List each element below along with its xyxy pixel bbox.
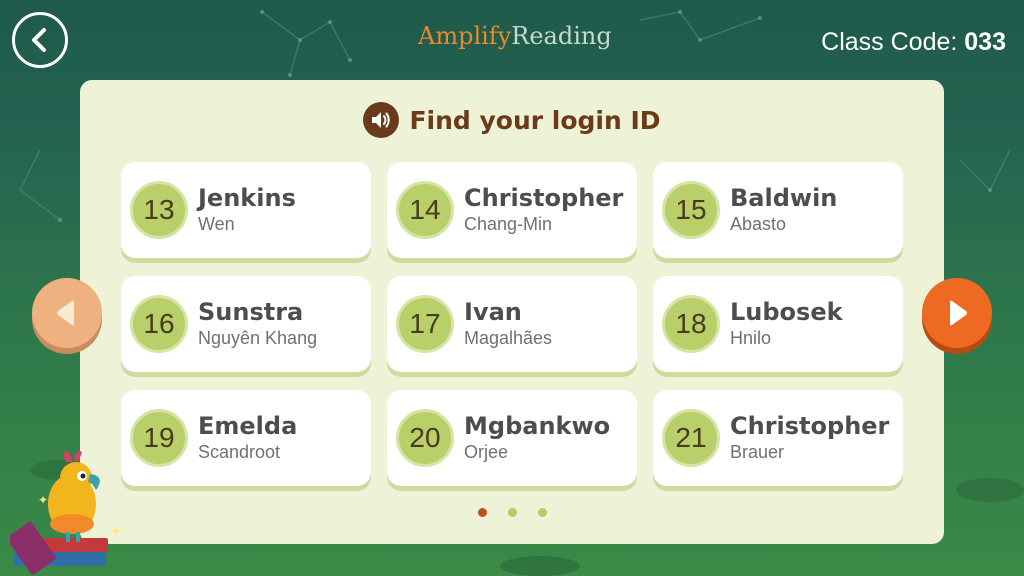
read-aloud-button[interactable] xyxy=(363,102,400,138)
class-code-label: Class Code: xyxy=(821,28,958,56)
login-id-badge: 16 xyxy=(130,295,188,353)
student-last-name: Brauer xyxy=(730,442,785,462)
speaker-icon xyxy=(372,112,391,128)
student-first-name: Sunstra xyxy=(198,298,304,326)
student-first-name: Baldwin xyxy=(730,184,838,212)
student-first-name: Mgbankwo xyxy=(464,412,611,440)
student-grid: 13 Jenkins Wen 14 Christopher Chang-Min 15… xyxy=(121,162,903,486)
login-id-badge: 13 xyxy=(130,181,188,239)
student-first-name: Lubosek xyxy=(730,298,843,326)
student-first-name: Ivan xyxy=(464,298,522,326)
student-card[interactable]: 19 Emelda Scandroot xyxy=(121,390,371,486)
student-first-name: Christopher xyxy=(730,412,890,440)
chevron-left-icon xyxy=(32,28,46,52)
login-id-badge: 20 xyxy=(396,409,454,467)
student-last-name: Nguyên Khang xyxy=(198,328,318,348)
student-last-name: Hnilo xyxy=(730,328,772,348)
page-dot-3[interactable] xyxy=(537,508,547,517)
student-card[interactable]: 21 Christopher Brauer xyxy=(653,390,903,486)
amplify-reading-logo: AmplifyReading xyxy=(418,22,612,50)
parrot-mascot-illustration: ✦ ✦ xyxy=(10,451,122,575)
student-last-name: Wen xyxy=(198,214,235,234)
svg-text:✦: ✦ xyxy=(38,493,48,507)
page-dot-2[interactable] xyxy=(507,508,517,517)
pagination-dots xyxy=(80,508,944,517)
logo-amplify: Amplify xyxy=(418,22,512,50)
student-card[interactable]: 14 Christopher Chang-Min xyxy=(387,162,637,258)
student-card[interactable]: 15 Baldwin Abasto xyxy=(653,162,903,258)
student-card[interactable]: 20 Mgbankwo Orjee xyxy=(387,390,637,486)
student-last-name: Chang-Min xyxy=(464,214,553,234)
logo-reading: Reading xyxy=(511,22,612,50)
student-first-name: Emelda xyxy=(198,412,298,440)
student-first-name: Jenkins xyxy=(198,184,296,212)
next-page-button[interactable] xyxy=(922,278,992,348)
student-last-name: Magalhães xyxy=(464,328,553,348)
play-left-icon xyxy=(57,300,74,326)
student-first-name: Christopher xyxy=(464,184,624,212)
page-title: Find your login ID xyxy=(409,105,661,135)
back-button[interactable] xyxy=(12,12,68,68)
student-last-name: Scandroot xyxy=(198,442,281,462)
login-id-badge: 17 xyxy=(396,295,454,353)
login-id-badge: 19 xyxy=(130,409,188,467)
login-id-badge: 14 xyxy=(396,181,454,239)
previous-page-button[interactable] xyxy=(32,278,102,348)
student-card[interactable]: 18 Lubosek Hnilo xyxy=(653,276,903,372)
svg-text:✦: ✦ xyxy=(110,524,122,540)
student-last-name: Orjee xyxy=(464,442,509,462)
panel-header: Find your login ID xyxy=(80,102,944,138)
login-id-badge: 21 xyxy=(662,409,720,467)
page-dot-1[interactable] xyxy=(477,508,487,517)
play-right-icon xyxy=(950,300,967,326)
login-id-badge: 18 xyxy=(662,295,720,353)
login-panel: Find your login ID 13 Jenkins Wen 14 Chri… xyxy=(80,80,944,544)
class-code-value: 033 xyxy=(964,28,1006,56)
student-last-name: Abasto xyxy=(730,214,787,234)
class-code: Class Code: 033 xyxy=(821,28,1006,57)
student-card[interactable]: 17 Ivan Magalhães xyxy=(387,276,637,372)
student-card[interactable]: 13 Jenkins Wen xyxy=(121,162,371,258)
login-id-badge: 15 xyxy=(662,181,720,239)
student-card[interactable]: 16 Sunstra Nguyên Khang xyxy=(121,276,371,372)
